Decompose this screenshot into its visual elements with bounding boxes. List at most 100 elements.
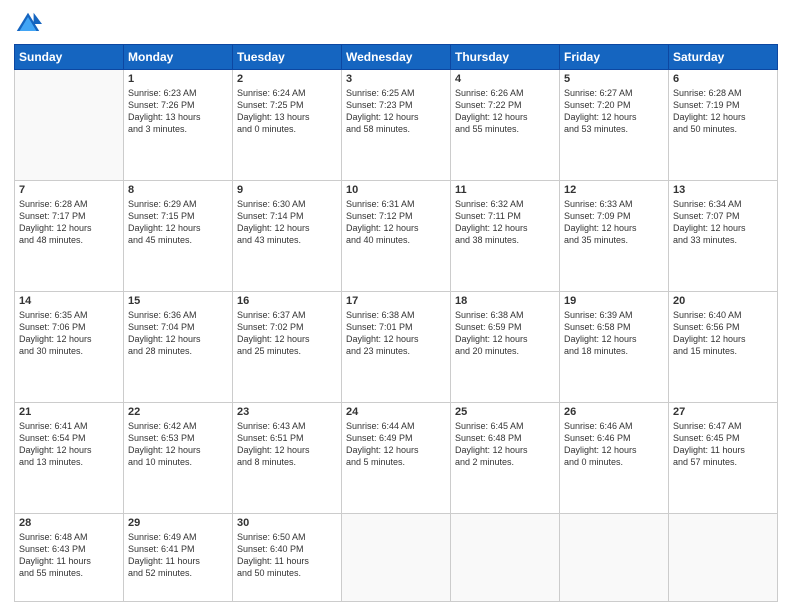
- calendar-cell: 22 Sunrise: 6:42 AMSunset: 6:53 PMDayligh…: [124, 402, 233, 513]
- day-info: Sunrise: 6:40 AMSunset: 6:56 PMDaylight:…: [673, 309, 773, 358]
- day-number: 6: [673, 73, 773, 85]
- day-number: 13: [673, 184, 773, 196]
- day-number: 7: [19, 184, 119, 196]
- day-info: Sunrise: 6:39 AMSunset: 6:58 PMDaylight:…: [564, 309, 664, 358]
- calendar-cell: 23 Sunrise: 6:43 AMSunset: 6:51 PMDayligh…: [233, 402, 342, 513]
- header: [14, 10, 778, 38]
- calendar-cell: 8 Sunrise: 6:29 AMSunset: 7:15 PMDaylight…: [124, 180, 233, 291]
- calendar-cell: 10 Sunrise: 6:31 AMSunset: 7:12 PMDayligh…: [342, 180, 451, 291]
- weekday-header-monday: Monday: [124, 45, 233, 70]
- calendar-cell: 19 Sunrise: 6:39 AMSunset: 6:58 PMDayligh…: [560, 291, 669, 402]
- calendar-cell: 26 Sunrise: 6:46 AMSunset: 6:46 PMDayligh…: [560, 402, 669, 513]
- day-info: Sunrise: 6:46 AMSunset: 6:46 PMDaylight:…: [564, 420, 664, 469]
- calendar-cell: 21Sunrise: 6:41 AMSunset: 6:54 PMDayligh…: [15, 402, 124, 513]
- day-number: 30: [237, 517, 337, 529]
- day-info: Sunrise: 6:27 AMSunset: 7:20 PMDaylight:…: [564, 87, 664, 136]
- week-row-5: 28 Sunrise: 6:48 AMSunset: 6:43 PMDayligh…: [15, 513, 778, 601]
- weekday-header-friday: Friday: [560, 45, 669, 70]
- day-number: 1: [128, 73, 228, 85]
- day-info: Sunrise: 6:31 AMSunset: 7:12 PMDaylight:…: [346, 198, 446, 247]
- day-number: 2: [237, 73, 337, 85]
- logo-icon: [14, 10, 42, 38]
- calendar-cell: 1 Sunrise: 6:23 AMSunset: 7:26 PMDaylight…: [124, 70, 233, 181]
- day-number: 24: [346, 406, 446, 418]
- day-info: Sunrise: 6:49 AMSunset: 6:41 PMDaylight:…: [128, 531, 228, 580]
- day-number: 25: [455, 406, 555, 418]
- calendar-cell: [15, 70, 124, 181]
- day-number: 22: [128, 406, 228, 418]
- day-info: Sunrise: 6:33 AMSunset: 7:09 PMDaylight:…: [564, 198, 664, 247]
- calendar-cell: 4 Sunrise: 6:26 AMSunset: 7:22 PMDaylight…: [451, 70, 560, 181]
- day-number: 26: [564, 406, 664, 418]
- calendar-cell: 15Sunrise: 6:36 AMSunset: 7:04 PMDayligh…: [124, 291, 233, 402]
- week-row-4: 21Sunrise: 6:41 AMSunset: 6:54 PMDayligh…: [15, 402, 778, 513]
- day-info: Sunrise: 6:35 AMSunset: 7:06 PMDaylight:…: [19, 309, 119, 358]
- calendar-cell: 25 Sunrise: 6:45 AMSunset: 6:48 PMDayligh…: [451, 402, 560, 513]
- calendar-cell: 3 Sunrise: 6:25 AMSunset: 7:23 PMDaylight…: [342, 70, 451, 181]
- day-number: 20: [673, 295, 773, 307]
- week-row-3: 14 Sunrise: 6:35 AMSunset: 7:06 PMDayligh…: [15, 291, 778, 402]
- day-number: 10: [346, 184, 446, 196]
- day-info: Sunrise: 6:37 AMSunset: 7:02 PMDaylight:…: [237, 309, 337, 358]
- day-info: Sunrise: 6:42 AMSunset: 6:53 PMDaylight:…: [128, 420, 228, 469]
- weekday-header-row: SundayMondayTuesdayWednesdayThursdayFrid…: [15, 45, 778, 70]
- calendar-cell: [669, 513, 778, 601]
- weekday-header-tuesday: Tuesday: [233, 45, 342, 70]
- calendar-cell: 2Sunrise: 6:24 AMSunset: 7:25 PMDaylight…: [233, 70, 342, 181]
- day-info: Sunrise: 6:34 AMSunset: 7:07 PMDaylight:…: [673, 198, 773, 247]
- day-number: 3: [346, 73, 446, 85]
- day-info: Sunrise: 6:25 AMSunset: 7:23 PMDaylight:…: [346, 87, 446, 136]
- weekday-header-thursday: Thursday: [451, 45, 560, 70]
- calendar-cell: [451, 513, 560, 601]
- calendar-cell: 6 Sunrise: 6:28 AMSunset: 7:19 PMDaylight…: [669, 70, 778, 181]
- day-info: Sunrise: 6:45 AMSunset: 6:48 PMDaylight:…: [455, 420, 555, 469]
- day-number: 28: [19, 517, 119, 529]
- day-info: Sunrise: 6:38 AMSunset: 7:01 PMDaylight:…: [346, 309, 446, 358]
- calendar-cell: 13 Sunrise: 6:34 AMSunset: 7:07 PMDayligh…: [669, 180, 778, 291]
- day-info: Sunrise: 6:32 AMSunset: 7:11 PMDaylight:…: [455, 198, 555, 247]
- calendar-cell: 20 Sunrise: 6:40 AMSunset: 6:56 PMDayligh…: [669, 291, 778, 402]
- weekday-header-sunday: Sunday: [15, 45, 124, 70]
- calendar-cell: 11 Sunrise: 6:32 AMSunset: 7:11 PMDayligh…: [451, 180, 560, 291]
- day-info: Sunrise: 6:44 AMSunset: 6:49 PMDaylight:…: [346, 420, 446, 469]
- day-info: Sunrise: 6:48 AMSunset: 6:43 PMDaylight:…: [19, 531, 119, 580]
- weekday-header-saturday: Saturday: [669, 45, 778, 70]
- week-row-1: 1 Sunrise: 6:23 AMSunset: 7:26 PMDaylight…: [15, 70, 778, 181]
- day-info: Sunrise: 6:28 AMSunset: 7:19 PMDaylight:…: [673, 87, 773, 136]
- weekday-header-wednesday: Wednesday: [342, 45, 451, 70]
- week-row-2: 7 Sunrise: 6:28 AMSunset: 7:17 PMDaylight…: [15, 180, 778, 291]
- day-number: 16: [237, 295, 337, 307]
- day-info: Sunrise: 6:26 AMSunset: 7:22 PMDaylight:…: [455, 87, 555, 136]
- day-info: Sunrise: 6:23 AMSunset: 7:26 PMDaylight:…: [128, 87, 228, 136]
- calendar-cell: 17 Sunrise: 6:38 AMSunset: 7:01 PMDayligh…: [342, 291, 451, 402]
- day-number: 11: [455, 184, 555, 196]
- day-number: 19: [564, 295, 664, 307]
- day-number: 18: [455, 295, 555, 307]
- calendar-cell: 29 Sunrise: 6:49 AMSunset: 6:41 PMDayligh…: [124, 513, 233, 601]
- calendar-cell: [342, 513, 451, 601]
- calendar-cell: 7 Sunrise: 6:28 AMSunset: 7:17 PMDaylight…: [15, 180, 124, 291]
- day-info: Sunrise: 6:43 AMSunset: 6:51 PMDaylight:…: [237, 420, 337, 469]
- day-number: 14: [19, 295, 119, 307]
- calendar: SundayMondayTuesdayWednesdayThursdayFrid…: [14, 44, 778, 602]
- day-info: Sunrise: 6:29 AMSunset: 7:15 PMDaylight:…: [128, 198, 228, 247]
- calendar-cell: 24 Sunrise: 6:44 AMSunset: 6:49 PMDayligh…: [342, 402, 451, 513]
- day-number: 23: [237, 406, 337, 418]
- calendar-cell: 27Sunrise: 6:47 AMSunset: 6:45 PMDayligh…: [669, 402, 778, 513]
- day-number: 17: [346, 295, 446, 307]
- day-info: Sunrise: 6:28 AMSunset: 7:17 PMDaylight:…: [19, 198, 119, 247]
- day-info: Sunrise: 6:36 AMSunset: 7:04 PMDaylight:…: [128, 309, 228, 358]
- calendar-cell: 30 Sunrise: 6:50 AMSunset: 6:40 PMDayligh…: [233, 513, 342, 601]
- day-number: 4: [455, 73, 555, 85]
- day-number: 29: [128, 517, 228, 529]
- day-info: Sunrise: 6:30 AMSunset: 7:14 PMDaylight:…: [237, 198, 337, 247]
- logo: [14, 10, 44, 38]
- day-info: Sunrise: 6:50 AMSunset: 6:40 PMDaylight:…: [237, 531, 337, 580]
- day-number: 8: [128, 184, 228, 196]
- calendar-cell: 9Sunrise: 6:30 AMSunset: 7:14 PMDaylight…: [233, 180, 342, 291]
- calendar-cell: 16 Sunrise: 6:37 AMSunset: 7:02 PMDayligh…: [233, 291, 342, 402]
- day-info: Sunrise: 6:41 AMSunset: 6:54 PMDaylight:…: [19, 420, 119, 469]
- day-info: Sunrise: 6:47 AMSunset: 6:45 PMDaylight:…: [673, 420, 773, 469]
- day-info: Sunrise: 6:38 AMSunset: 6:59 PMDaylight:…: [455, 309, 555, 358]
- day-number: 12: [564, 184, 664, 196]
